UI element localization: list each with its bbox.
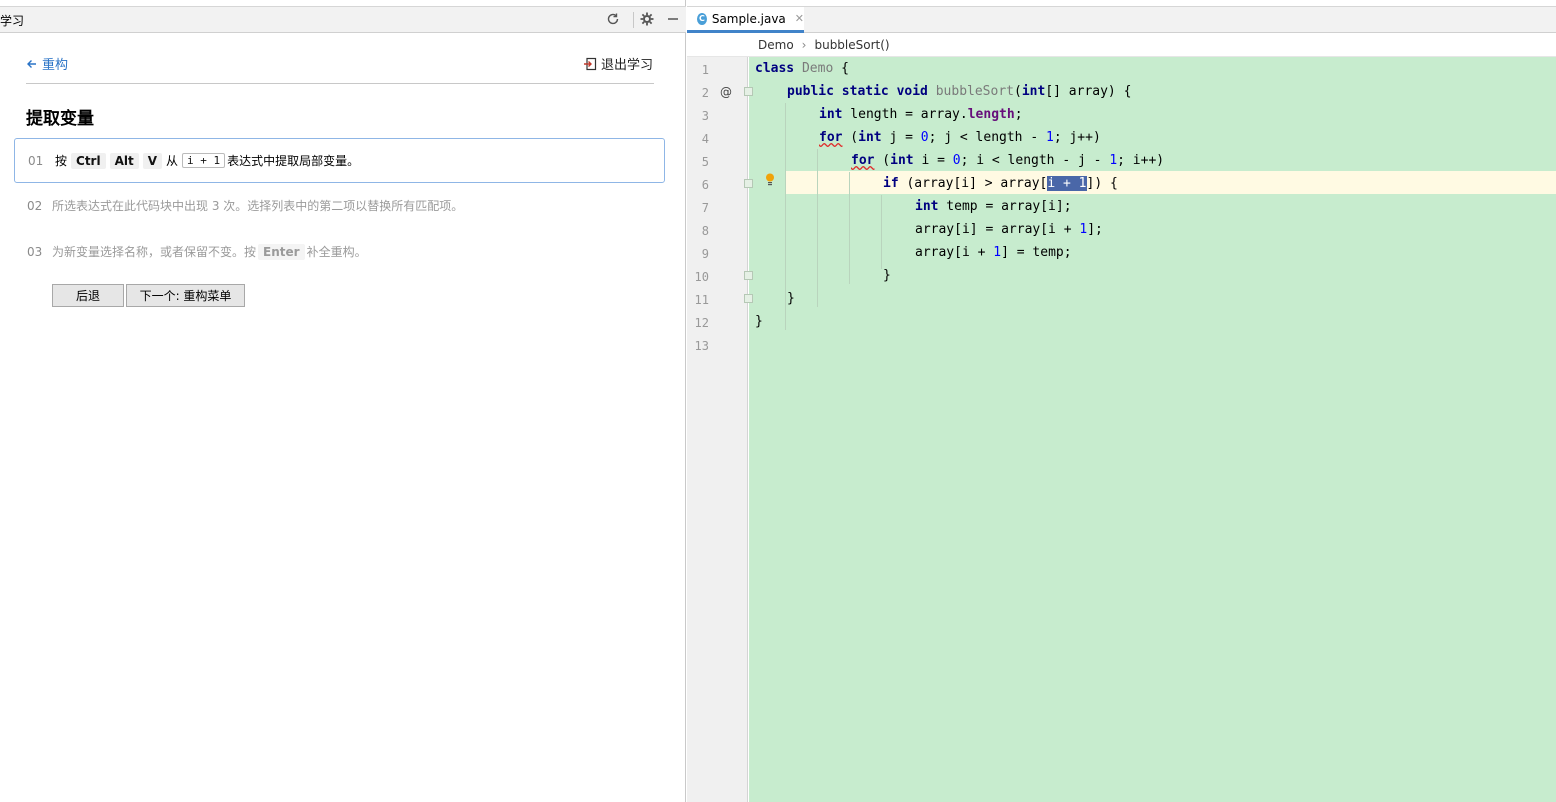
exit-link-label: 退出学习 bbox=[600, 58, 653, 73]
indent-guide bbox=[817, 149, 818, 307]
fold-marker-icon[interactable] bbox=[744, 87, 753, 96]
line-number: 6 bbox=[701, 178, 709, 192]
code-line-12: } bbox=[755, 314, 763, 329]
exit-learning-link[interactable]: 退出学习 bbox=[583, 54, 653, 73]
breadcrumb: Demo › bubbleSort() bbox=[687, 33, 1556, 57]
code-line-9: array[i + 1] = temp; bbox=[915, 245, 1072, 260]
line-number: 8 bbox=[701, 224, 709, 238]
tab-label: Sample.java bbox=[711, 11, 786, 26]
code-line-10: } bbox=[883, 268, 891, 283]
minimize-icon[interactable] bbox=[664, 10, 682, 28]
key-alt: Alt bbox=[109, 152, 139, 169]
step-text-post: 补全重构。 bbox=[306, 245, 367, 259]
step-text-press: 按 bbox=[55, 154, 68, 168]
code-line-6: if (array[i] > array[i + 1]) { bbox=[883, 176, 1118, 191]
code-line-11: } bbox=[787, 291, 795, 306]
step-text-rest: 表达式中提取局部变量。 bbox=[227, 154, 360, 168]
refresh-icon[interactable] bbox=[604, 10, 622, 28]
line-number: 13 bbox=[694, 339, 709, 353]
code-line-8: array[i] = array[i + 1]; bbox=[915, 222, 1103, 237]
code-line-4: for (int j = 0; j < length - 1; j++) bbox=[819, 130, 1101, 145]
code-editor: C Sample.java ✕ Demo › bubbleSort() 1 2 … bbox=[687, 0, 1556, 802]
lightbulb-icon[interactable] bbox=[765, 173, 775, 186]
line-number-gutter[interactable]: 1 2 3 4 5 6 7 8 9 10 11 12 13 bbox=[687, 57, 748, 802]
panel-title: 学习 bbox=[0, 14, 25, 28]
lesson-title: 提取变量 bbox=[26, 109, 94, 129]
code-area[interactable]: class Demo { public static void bubbleSo… bbox=[749, 57, 1556, 802]
header-divider bbox=[633, 12, 634, 28]
line-number: 1 bbox=[701, 63, 709, 77]
breadcrumb-method[interactable]: bubbleSort() bbox=[814, 38, 889, 52]
step-number: 02 bbox=[27, 198, 43, 213]
back-to-refactoring-link[interactable]: 重构 bbox=[26, 54, 68, 73]
step-text-from: 从 bbox=[166, 154, 179, 168]
divider bbox=[26, 83, 654, 84]
gear-icon[interactable] bbox=[638, 10, 656, 28]
key-v: V bbox=[142, 152, 163, 169]
app-window: 学习 重构 退出学习 提取变量 01 按 Ctrl Alt V 从 i + 1 … bbox=[0, 0, 1556, 802]
code-line-1: class Demo { bbox=[755, 61, 849, 76]
line-number: 3 bbox=[701, 109, 709, 123]
code-line-2: public static void bubbleSort(int[] arra… bbox=[787, 84, 1132, 99]
fold-marker-icon[interactable] bbox=[744, 294, 753, 303]
code-line-5: for (int i = 0; i < length - j - 1; i++) bbox=[851, 153, 1165, 168]
tab-sample-java[interactable]: C Sample.java ✕ bbox=[687, 7, 804, 33]
indent-guide bbox=[785, 103, 786, 330]
line-number: 10 bbox=[694, 270, 709, 284]
key-ctrl: Ctrl bbox=[71, 152, 106, 169]
fold-marker-icon[interactable] bbox=[744, 179, 753, 188]
code-line-3: int length = array.length; bbox=[819, 107, 1023, 122]
back-button[interactable]: 后退 bbox=[52, 284, 124, 307]
close-icon[interactable]: ✕ bbox=[795, 12, 804, 25]
back-link-label: 重构 bbox=[42, 58, 69, 73]
key-enter: Enter bbox=[258, 243, 305, 260]
step-text: 所选表达式在此代码块中出现 3 次。选择列表中的第二项以替换所有匹配项。 bbox=[52, 199, 464, 213]
line-number: 12 bbox=[694, 316, 709, 330]
line-number: 4 bbox=[701, 132, 709, 146]
line-number: 2 bbox=[701, 86, 709, 100]
line-number: 11 bbox=[694, 293, 709, 307]
fold-marker-icon[interactable] bbox=[744, 271, 753, 280]
step-1: 01 按 Ctrl Alt V 从 i + 1 表达式中提取局部变量。 bbox=[14, 138, 665, 183]
learning-panel: 学习 重构 退出学习 提取变量 01 按 Ctrl Alt V 从 i + 1 … bbox=[0, 0, 686, 802]
line-number: 5 bbox=[701, 155, 709, 169]
code-line-7: int temp = array[i]; bbox=[915, 199, 1072, 214]
code-snippet: i + 1 bbox=[182, 153, 226, 168]
step-2: 02 所选表达式在此代码块中出现 3 次。选择列表中的第二项以替换所有匹配项。 bbox=[14, 183, 665, 228]
java-class-icon: C bbox=[697, 12, 707, 25]
indent-guide bbox=[849, 172, 850, 284]
line-number: 7 bbox=[701, 201, 709, 215]
exit-icon bbox=[583, 57, 597, 70]
step-number: 03 bbox=[27, 244, 43, 259]
step-3: 03 为新变量选择名称，或者保留不变。按 Enter 补全重构。 bbox=[14, 229, 665, 274]
panel-header: 学习 bbox=[0, 6, 686, 33]
override-marker-icon[interactable]: @ bbox=[720, 85, 732, 99]
arrow-left-icon bbox=[27, 59, 36, 68]
breadcrumb-class[interactable]: Demo bbox=[758, 38, 794, 52]
editor-tab-bar: C Sample.java ✕ bbox=[687, 6, 1556, 33]
line-number: 9 bbox=[701, 247, 709, 261]
step-number: 01 bbox=[28, 153, 44, 168]
step-text-pre: 为新变量选择名称，或者保留不变。按 bbox=[52, 245, 257, 259]
chevron-right-icon: › bbox=[801, 37, 807, 52]
indent-guide bbox=[881, 195, 882, 269]
next-button[interactable]: 下一个: 重构菜单 bbox=[126, 284, 245, 307]
